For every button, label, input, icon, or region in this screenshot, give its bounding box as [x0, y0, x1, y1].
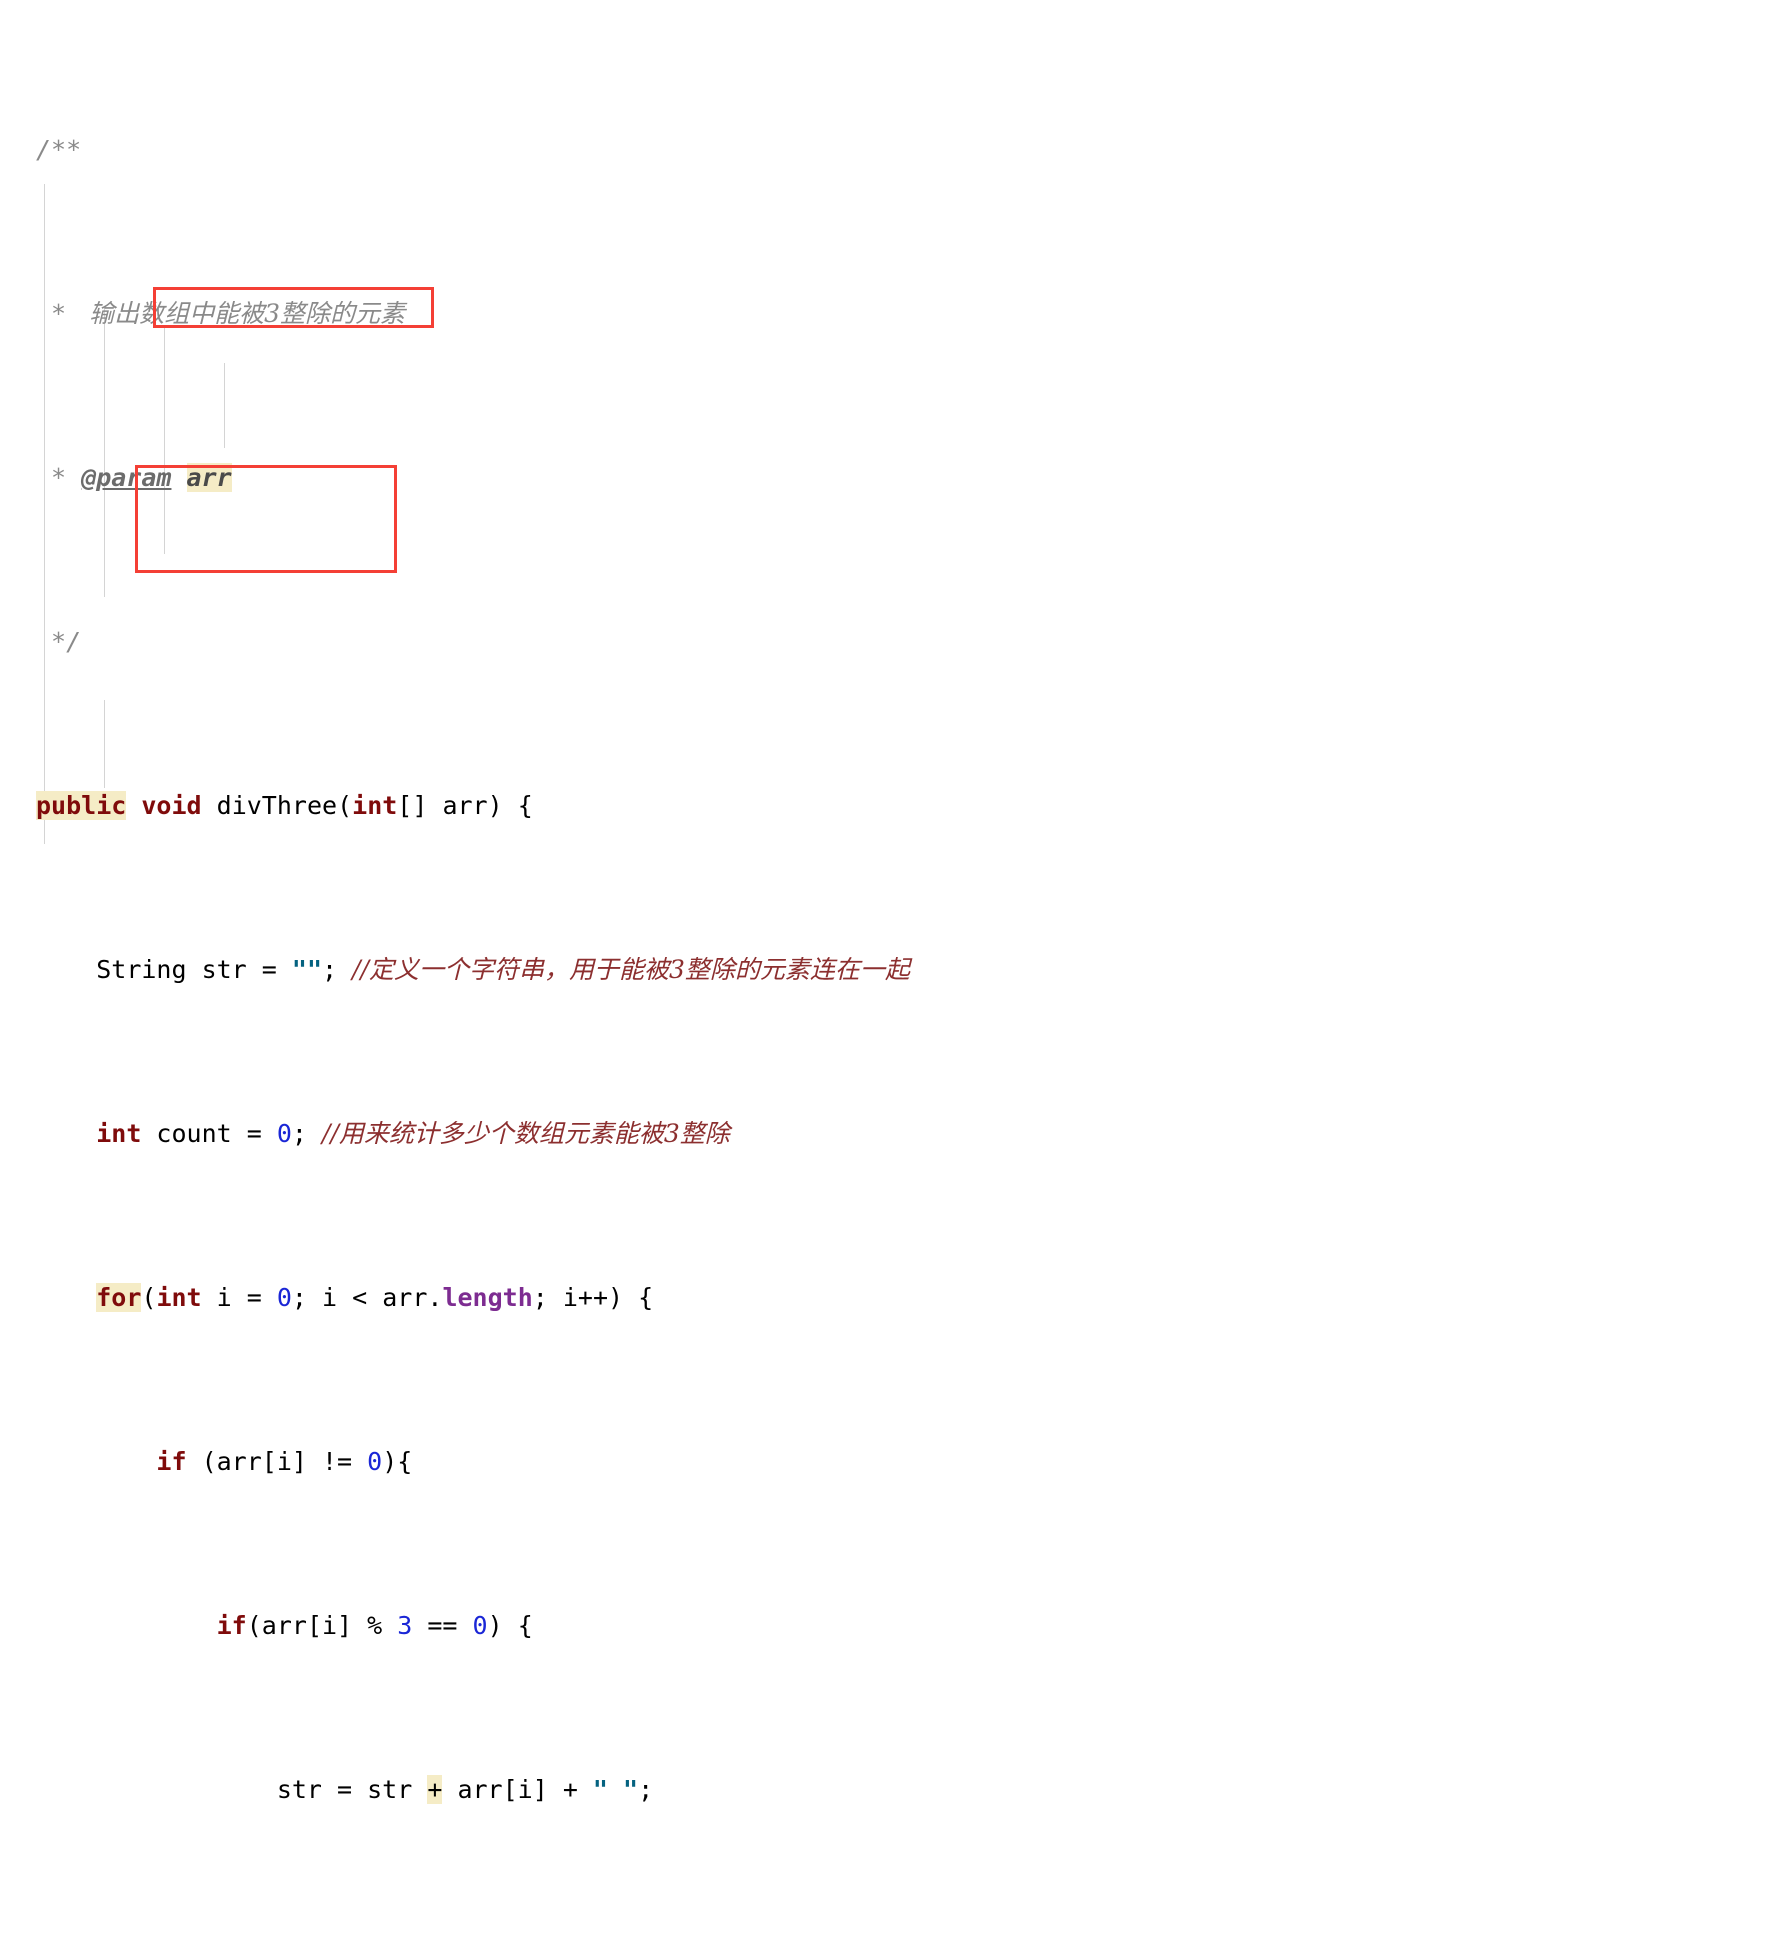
if-eq: ==: [412, 1611, 473, 1640]
javadoc-param-tag: @param: [81, 463, 172, 492]
indent-9: [36, 1447, 156, 1476]
keyword-int-param: int: [352, 791, 398, 820]
assign-str: str = str: [276, 1775, 428, 1804]
if-close-inner: ) {: [487, 1611, 533, 1640]
string-literal-empty: "": [291, 955, 322, 984]
code-line-1: /**: [36, 129, 1770, 170]
keyword-if-inner: if: [216, 1611, 247, 1640]
if-cond-outer: (arr[i] !=: [186, 1447, 368, 1476]
indent-12: [36, 1939, 277, 1942]
keyword-void: void: [141, 791, 202, 820]
code-line-3: * @param arr: [36, 457, 1770, 498]
code-line-6: String str = ""; //定义一个字符串，用于能被3整除的元素连在一…: [36, 949, 1770, 990]
if-cond-inner: (arr[i] %: [246, 1611, 398, 1640]
for-increment: ; i++) {: [532, 1283, 654, 1312]
field-length: length: [442, 1283, 533, 1312]
javadoc-param-name: arr: [186, 463, 232, 492]
doc-comment-star-2: *: [36, 463, 82, 492]
number-zero-9: 0: [367, 1447, 383, 1476]
assign-rest: arr[i] +: [442, 1775, 593, 1804]
sp7: [307, 1119, 322, 1148]
doc-comment-close: */: [36, 627, 82, 656]
count-increment: count++;: [277, 1939, 397, 1942]
doc-comment-open: /**: [36, 135, 82, 164]
line-comment-str: //定义一个字符串，用于能被3整除的元素连在一起: [352, 955, 910, 984]
var-count-decl: count =: [141, 1119, 277, 1148]
code-line-8: for(int i = 0; i < arr.length; i++) {: [36, 1277, 1770, 1318]
type-string: String: [96, 955, 187, 984]
keyword-int-count: int: [96, 1119, 142, 1148]
operator-plus-highlight: +: [427, 1775, 443, 1804]
method-name-divthree: divThree: [216, 791, 338, 820]
doc-comment-star: *: [36, 299, 82, 328]
var-str-decl: str =: [186, 955, 292, 984]
indent-7: [36, 1119, 96, 1148]
keyword-for: for: [96, 1283, 142, 1312]
code-line-12: count++;: [36, 1933, 1770, 1942]
code-line-2: * 输出数组中能被3整除的元素: [36, 293, 1770, 334]
keyword-int-loop: int: [156, 1283, 202, 1312]
code-line-10: if(arr[i] % 3 == 0) {: [36, 1605, 1770, 1646]
doc-space: [171, 463, 186, 492]
number-zero-7: 0: [276, 1119, 292, 1148]
indent-11: [36, 1775, 277, 1804]
code-line-5: public void divThree(int[] arr) {: [36, 785, 1770, 826]
code-line-4: */: [36, 621, 1770, 662]
keyword-public: public: [36, 791, 127, 820]
paren-open: (: [337, 791, 353, 820]
indent-10: [36, 1611, 217, 1640]
param-decl: [] arr) {: [397, 791, 533, 820]
semi-6: ;: [322, 955, 338, 984]
for-i-init: i =: [201, 1283, 277, 1312]
for-paren: (: [141, 1283, 157, 1312]
indent-8: [36, 1283, 96, 1312]
for-condition: ; i < arr.: [291, 1283, 443, 1312]
code-line-9: if (arr[i] != 0){: [36, 1441, 1770, 1482]
string-literal-space: " ": [592, 1775, 639, 1804]
code-editor-canvas: /** * 输出数组中能被3整除的元素 * @param arr */ publ…: [0, 0, 1770, 1942]
semi-11: ;: [638, 1775, 654, 1804]
if-close-outer: ){: [382, 1447, 413, 1476]
indent-6: [36, 955, 96, 984]
code-text: /** * 输出数组中能被3整除的元素 * @param arr */ publ…: [0, 0, 1770, 1942]
number-zero-8: 0: [276, 1283, 292, 1312]
sp6: [337, 955, 352, 984]
semi-7: ;: [291, 1119, 307, 1148]
line-comment-count: //用来统计多少个数组元素能被3整除: [322, 1119, 730, 1148]
doc-comment-summary: 输出数组中能被3整除的元素: [81, 299, 406, 328]
code-line-11: str = str + arr[i] + " ";: [36, 1769, 1770, 1810]
sp1: [126, 791, 141, 820]
code-line-7: int count = 0; //用来统计多少个数组元素能被3整除: [36, 1113, 1770, 1154]
number-three: 3: [397, 1611, 413, 1640]
keyword-if-outer: if: [156, 1447, 187, 1476]
number-zero-10: 0: [472, 1611, 488, 1640]
sp2: [202, 791, 217, 820]
